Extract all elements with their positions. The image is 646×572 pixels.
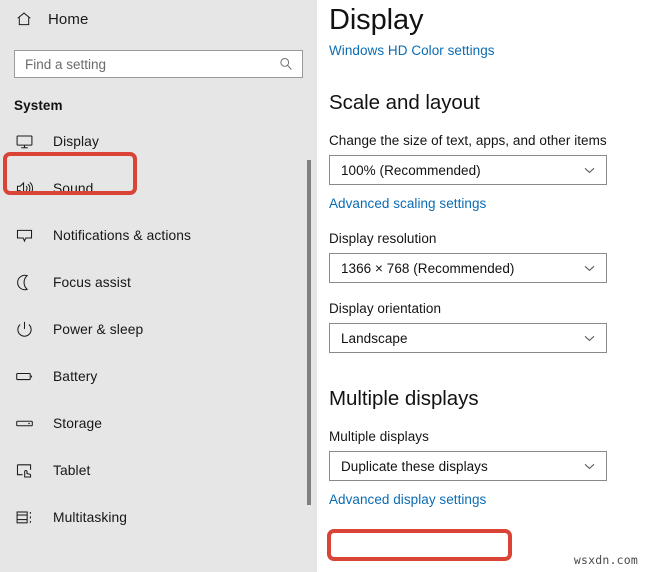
sidebar-item-focus-assist[interactable]: Focus assist bbox=[0, 268, 317, 297]
sidebar-item-power-sleep[interactable]: Power & sleep bbox=[0, 315, 317, 344]
sidebar-item-label: Power & sleep bbox=[53, 322, 144, 337]
display-orientation-label: Display orientation bbox=[329, 301, 442, 316]
sidebar-item-sound[interactable]: Sound bbox=[0, 174, 317, 203]
speaker-icon bbox=[14, 179, 34, 199]
sidebar-item-label: Tablet bbox=[53, 463, 91, 478]
main-content: Display Windows HD Color settings Scale … bbox=[317, 0, 646, 572]
settings-window: Home System Displ bbox=[0, 0, 646, 572]
windows-hd-color-settings-link[interactable]: Windows HD Color settings bbox=[329, 43, 495, 58]
home-label: Home bbox=[48, 10, 89, 28]
display-orientation-value: Landscape bbox=[341, 330, 408, 346]
sidebar-item-label: Storage bbox=[53, 416, 103, 431]
display-orientation-dropdown[interactable]: Landscape bbox=[329, 323, 607, 353]
storage-drive-icon bbox=[14, 414, 34, 434]
sidebar-item-label: Sound bbox=[53, 181, 94, 196]
sidebar-item-label: Notifications & actions bbox=[53, 228, 192, 243]
tablet-touch-icon bbox=[14, 461, 34, 481]
sidebar-item-label: Focus assist bbox=[53, 275, 131, 290]
home-icon bbox=[14, 9, 34, 29]
sidebar-item-tablet[interactable]: Tablet bbox=[0, 456, 317, 485]
sidebar-item-label: Battery bbox=[53, 369, 98, 384]
scale-dropdown-value: 100% (Recommended) bbox=[341, 162, 481, 178]
search-icon[interactable] bbox=[278, 56, 294, 72]
page-title: Display bbox=[329, 4, 424, 36]
watermark: wsxdn.com bbox=[573, 553, 638, 567]
notification-bubble-icon bbox=[14, 226, 34, 246]
sidebar-item-display[interactable]: Display bbox=[0, 127, 317, 156]
chevron-down-icon bbox=[582, 459, 597, 474]
scale-and-layout-heading: Scale and layout bbox=[329, 91, 480, 114]
sidebar: Home System Displ bbox=[0, 0, 317, 572]
multiple-displays-heading: Multiple displays bbox=[329, 387, 479, 410]
multiple-displays-dropdown[interactable]: Duplicate these displays bbox=[329, 451, 607, 481]
sidebar-scrollbar-track[interactable] bbox=[304, 0, 314, 572]
monitor-icon bbox=[14, 132, 34, 152]
advanced-scaling-settings-link[interactable]: Advanced scaling settings bbox=[329, 196, 486, 211]
display-resolution-value: 1366 × 768 (Recommended) bbox=[341, 260, 515, 276]
search-input[interactable] bbox=[25, 56, 278, 72]
sidebar-item-storage[interactable]: Storage bbox=[0, 409, 317, 438]
sidebar-section-label: System bbox=[14, 98, 63, 113]
sidebar-item-battery[interactable]: Battery bbox=[0, 362, 317, 391]
moon-icon bbox=[14, 273, 34, 293]
battery-icon bbox=[14, 367, 34, 387]
sidebar-item-notifications[interactable]: Notifications & actions bbox=[0, 221, 317, 250]
sidebar-item-label: Multitasking bbox=[53, 510, 128, 525]
search-box[interactable] bbox=[14, 50, 303, 78]
chevron-down-icon bbox=[582, 163, 597, 178]
display-resolution-label: Display resolution bbox=[329, 231, 437, 246]
advanced-display-settings-link[interactable]: Advanced display settings bbox=[329, 492, 486, 507]
multiple-displays-label: Multiple displays bbox=[329, 429, 429, 444]
sidebar-item-label: Display bbox=[53, 134, 99, 149]
sidebar-item-home[interactable]: Home bbox=[0, 4, 317, 34]
sidebar-nav-list: Display Sound Notifications & actions Fo… bbox=[0, 127, 317, 532]
multiple-displays-value: Duplicate these displays bbox=[341, 458, 488, 474]
chevron-down-icon bbox=[582, 331, 597, 346]
sidebar-item-multitasking[interactable]: Multitasking bbox=[0, 503, 317, 532]
scale-label: Change the size of text, apps, and other… bbox=[329, 133, 607, 148]
sidebar-scrollbar-thumb[interactable] bbox=[307, 160, 311, 505]
multitasking-icon bbox=[14, 508, 34, 528]
display-resolution-dropdown[interactable]: 1366 × 768 (Recommended) bbox=[329, 253, 607, 283]
chevron-down-icon bbox=[582, 261, 597, 276]
scale-dropdown[interactable]: 100% (Recommended) bbox=[329, 155, 607, 185]
power-icon bbox=[14, 320, 34, 340]
